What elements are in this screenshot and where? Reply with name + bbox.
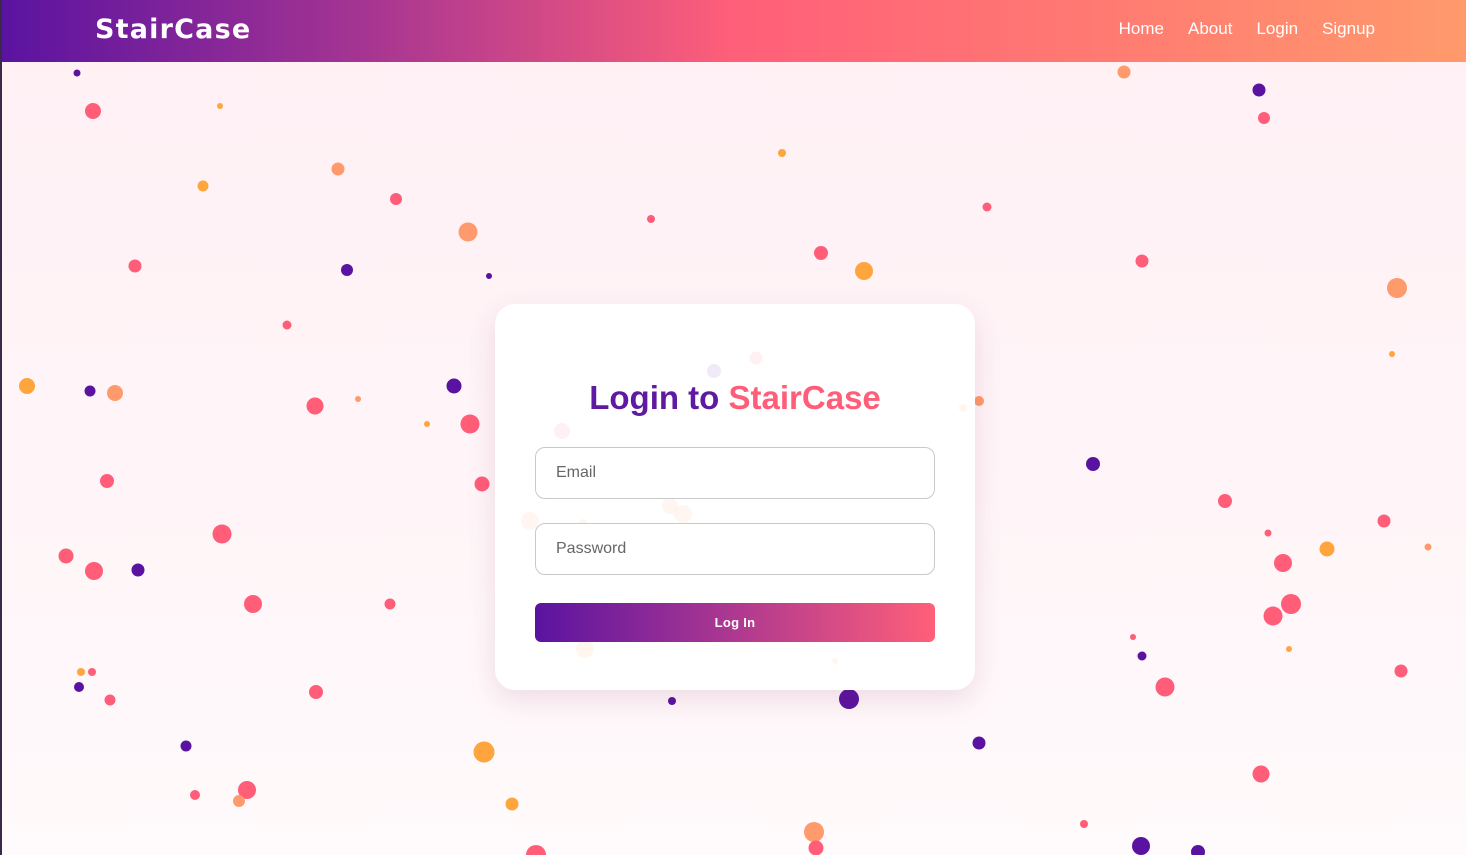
particle-dot	[1258, 112, 1270, 124]
particle-dot	[1132, 837, 1150, 855]
nav-link-login[interactable]: Login	[1256, 19, 1298, 39]
particle-dot	[778, 149, 786, 157]
particle-dot	[217, 103, 223, 109]
particle-dot	[505, 797, 519, 811]
password-field[interactable]	[535, 523, 935, 575]
particle-dot	[1086, 457, 1100, 471]
particle-dot	[1286, 646, 1292, 652]
email-field[interactable]	[535, 447, 935, 499]
faint-particle-dot	[707, 364, 721, 378]
particle-dot	[1218, 494, 1232, 508]
particle-dot	[85, 103, 101, 119]
particle-dot	[282, 320, 292, 330]
particle-dot	[424, 421, 430, 427]
particle-dot	[1137, 651, 1147, 661]
particle-dot	[244, 595, 262, 613]
particle-dot	[982, 202, 992, 212]
particle-dot	[306, 397, 324, 415]
particle-dot	[1263, 606, 1283, 626]
window-edge	[0, 0, 2, 855]
particle-dot	[1135, 254, 1149, 268]
particle-dot	[331, 162, 345, 176]
particle-dot	[1424, 543, 1432, 551]
particle-dot	[1191, 845, 1205, 855]
particle-dot	[197, 180, 209, 192]
particle-dot	[1319, 541, 1335, 557]
particle-dot	[804, 822, 824, 842]
particle-dot	[1080, 820, 1088, 828]
particle-dot	[814, 246, 828, 260]
faint-particle-dot	[674, 505, 692, 523]
particle-dot	[104, 694, 116, 706]
particle-dot	[131, 563, 145, 577]
particle-dot	[1252, 765, 1270, 783]
particle-dot	[486, 273, 492, 279]
particle-dot	[1281, 594, 1301, 614]
particle-dot	[390, 193, 402, 205]
particle-dot	[85, 562, 103, 580]
particle-dot	[839, 689, 859, 709]
faint-particle-dot	[662, 498, 678, 514]
particle-dot	[1264, 529, 1272, 537]
particle-dot	[1274, 554, 1292, 572]
particle-dot	[458, 222, 478, 242]
faint-particle-dot	[576, 640, 594, 658]
nav-link-home[interactable]: Home	[1119, 19, 1164, 39]
particle-dot	[233, 795, 245, 807]
particle-dot	[355, 396, 361, 402]
particle-dot	[190, 790, 200, 800]
particle-dot	[974, 396, 984, 406]
login-title: Login to StairCase	[495, 379, 975, 417]
particle-dot	[972, 736, 986, 750]
login-button[interactable]: Log In	[535, 603, 935, 642]
particle-dot	[341, 264, 353, 276]
particle-dot	[1117, 65, 1131, 79]
particle-dot	[180, 740, 192, 752]
particle-dot	[855, 262, 873, 280]
particle-dot	[473, 741, 495, 763]
particle-dot	[808, 840, 824, 855]
particle-dot	[100, 474, 114, 488]
faint-particle-dot	[832, 658, 838, 664]
particle-dot	[384, 598, 396, 610]
particle-dot	[107, 385, 123, 401]
particle-dot	[309, 685, 323, 699]
faint-particle-dot	[554, 423, 570, 439]
nav-link-signup[interactable]: Signup	[1322, 19, 1375, 39]
particle-dot	[19, 378, 35, 394]
particle-dot	[1387, 278, 1407, 298]
particle-dot	[668, 697, 676, 705]
particle-dot	[1389, 351, 1395, 357]
navbar: StairCase Home About Login Signup	[0, 0, 1466, 62]
particle-dot	[73, 69, 81, 77]
particle-dot	[526, 845, 546, 855]
login-card: Login to StairCase Log In	[495, 304, 975, 690]
particle-dot	[1394, 664, 1408, 678]
particle-dot	[128, 259, 142, 273]
particle-dot	[74, 682, 84, 692]
login-title-prefix: Login to	[589, 379, 720, 416]
faint-particle-dot	[749, 351, 763, 365]
particle-dot	[446, 378, 462, 394]
particle-dot	[84, 385, 96, 397]
particle-dot	[58, 548, 74, 564]
nav-link-about[interactable]: About	[1188, 19, 1232, 39]
particle-dot	[474, 476, 490, 492]
nav-links: Home About Login Signup	[1095, 19, 1375, 39]
brand-logo[interactable]: StairCase	[95, 14, 251, 45]
particle-dot	[1130, 634, 1136, 640]
particle-dot	[460, 414, 480, 434]
particle-dot	[77, 668, 85, 676]
particle-dot	[212, 524, 232, 544]
particle-dot	[1155, 677, 1175, 697]
particle-dot	[647, 215, 655, 223]
login-title-brand: StairCase	[728, 379, 881, 416]
particle-dot	[1377, 514, 1391, 528]
particle-dot	[1252, 83, 1266, 97]
particle-dot	[88, 668, 96, 676]
